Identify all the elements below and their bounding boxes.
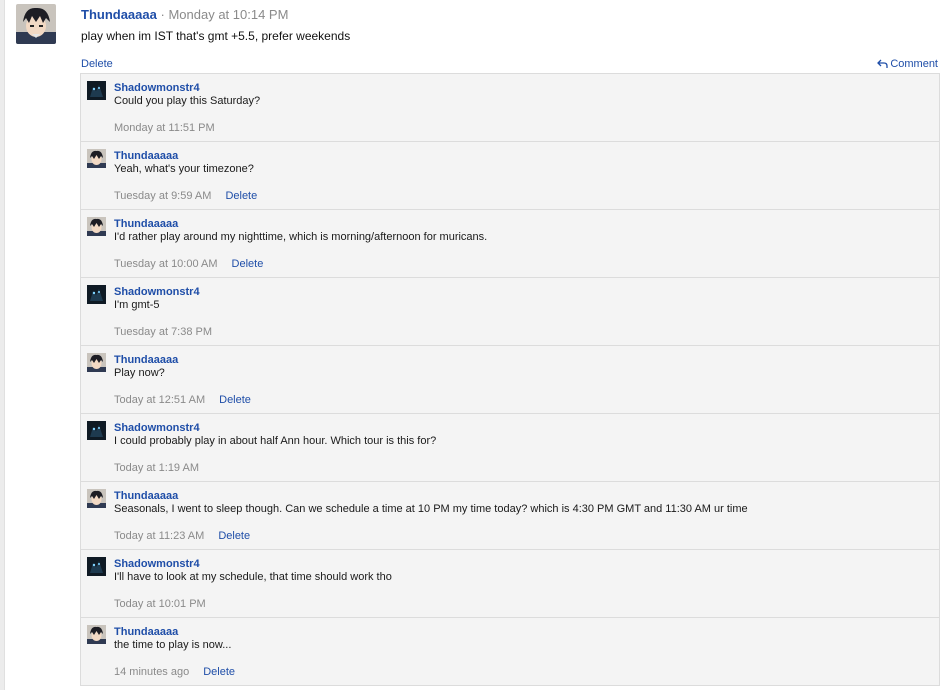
reply-footer: Monday at 11:51 PM <box>114 121 215 135</box>
reply-author[interactable]: Thundaaaaa <box>114 217 178 231</box>
post-text: play when im IST that's gmt +5.5, prefer… <box>81 29 351 43</box>
reply-timestamp: Today at 10:01 PM <box>114 598 206 610</box>
reply-text: I'm gmt-5 <box>114 299 160 311</box>
anime-avatar-icon[interactable] <box>87 489 106 508</box>
post-actions: Delete Comment <box>81 56 938 72</box>
reply-item: Thundaaaaa Seasonals, I went to sleep tho… <box>81 482 939 550</box>
reply-timestamp: Monday at 11:51 PM <box>114 122 215 134</box>
dark-avatar-icon[interactable] <box>87 557 106 576</box>
reply-timestamp: 14 minutes ago <box>114 666 190 678</box>
reply-timestamp: Today at 11:23 AM <box>114 530 205 542</box>
reply-item: Shadowmonstr4 Could you play this Saturda… <box>81 74 939 142</box>
reply-text: Play now? <box>114 367 165 379</box>
reply-thread: Shadowmonstr4 Could you play this Saturda… <box>80 73 940 686</box>
reply-item: Shadowmonstr4 I could probably play in ab… <box>81 414 939 482</box>
reply-text: Seasonals, I went to sleep though. Can w… <box>114 503 748 515</box>
post-delete-button[interactable]: Delete <box>81 58 113 70</box>
reply-timestamp: Tuesday at 7:38 PM <box>114 326 213 338</box>
post-body: Thundaaaaa · Monday at 10:14 PM play whe… <box>81 4 938 72</box>
anime-avatar-icon[interactable] <box>16 4 56 44</box>
reply-author[interactable]: Shadowmonstr4 <box>114 81 200 95</box>
dark-avatar-icon[interactable] <box>87 285 106 304</box>
reply-footer: Tuesday at 7:38 PM <box>114 325 212 339</box>
reply-delete-button[interactable]: Delete <box>218 530 250 542</box>
reply-author[interactable]: Thundaaaaa <box>114 149 178 163</box>
reply-text: I could probably play in about half Ann … <box>114 435 437 447</box>
reply-footer: 14 minutes ago Delete <box>114 665 235 679</box>
comment-button[interactable]: Comment <box>877 56 938 72</box>
dark-avatar-icon[interactable] <box>87 81 106 100</box>
anime-avatar-icon[interactable] <box>87 149 106 168</box>
reply-footer: Today at 12:51 AM Delete <box>114 393 251 407</box>
reply-footer: Today at 1:19 AM <box>114 461 199 475</box>
meta-separator: · <box>160 7 165 22</box>
reply-timestamp: Today at 1:19 AM <box>114 462 199 474</box>
reply-item: Thundaaaaa Yeah, what's your timezone? Tue… <box>81 142 939 210</box>
reply-item: Thundaaaaa the time to play is now... 14 m… <box>81 618 939 686</box>
reply-delete-button[interactable]: Delete <box>203 666 235 678</box>
reply-author[interactable]: Shadowmonstr4 <box>114 557 200 571</box>
reply-timestamp: Tuesday at 10:00 AM <box>114 258 218 270</box>
reply-timestamp: Tuesday at 9:59 AM <box>114 190 212 202</box>
reply-footer: Today at 11:23 AM Delete <box>114 529 250 543</box>
reply-item: Shadowmonstr4 I'm gmt-5 Tuesday at 7:38 PM <box>81 278 939 346</box>
anime-avatar-icon[interactable] <box>87 353 106 372</box>
reply-arrow-icon <box>877 59 888 68</box>
reply-item: Thundaaaaa I'd rather play around my nigh… <box>81 210 939 278</box>
reply-author[interactable]: Thundaaaaa <box>114 625 178 639</box>
reply-author[interactable]: Shadowmonstr4 <box>114 285 200 299</box>
reply-delete-button[interactable]: Delete <box>219 394 251 406</box>
anime-avatar-icon[interactable] <box>87 217 106 236</box>
reply-footer: Tuesday at 9:59 AM Delete <box>114 189 257 203</box>
post-timestamp: Monday at 10:14 PM <box>168 7 289 22</box>
comment-label: Comment <box>890 58 938 70</box>
reply-timestamp: Today at 12:51 AM <box>114 394 206 406</box>
reply-author[interactable]: Thundaaaaa <box>114 353 178 367</box>
reply-author[interactable]: Thundaaaaa <box>114 489 178 503</box>
reply-text: Yeah, what's your timezone? <box>114 163 254 175</box>
post-meta: Thundaaaaa · Monday at 10:14 PM <box>81 4 938 26</box>
reply-author[interactable]: Shadowmonstr4 <box>114 421 200 435</box>
left-gutter <box>0 0 5 690</box>
reply-item: Thundaaaaa Play now? Today at 12:51 AM Dele… <box>81 346 939 414</box>
reply-delete-button[interactable]: Delete <box>232 258 264 270</box>
reply-text: the time to play is now... <box>114 639 232 651</box>
post-author[interactable]: Thundaaaaa <box>81 7 157 22</box>
dark-avatar-icon[interactable] <box>87 421 106 440</box>
anime-avatar-icon[interactable] <box>87 625 106 644</box>
reply-footer: Today at 10:01 PM <box>114 597 206 611</box>
conversation-page: Thundaaaaa · Monday at 10:14 PM play whe… <box>0 0 940 690</box>
reply-text: I'll have to look at my schedule, that t… <box>114 571 392 583</box>
reply-text: Could you play this Saturday? <box>114 95 261 107</box>
reply-item: Shadowmonstr4 I'll have to look at my sch… <box>81 550 939 618</box>
reply-text: I'd rather play around my nighttime, whi… <box>114 231 488 243</box>
reply-delete-button[interactable]: Delete <box>225 190 257 202</box>
reply-footer: Tuesday at 10:00 AM Delete <box>114 257 263 271</box>
